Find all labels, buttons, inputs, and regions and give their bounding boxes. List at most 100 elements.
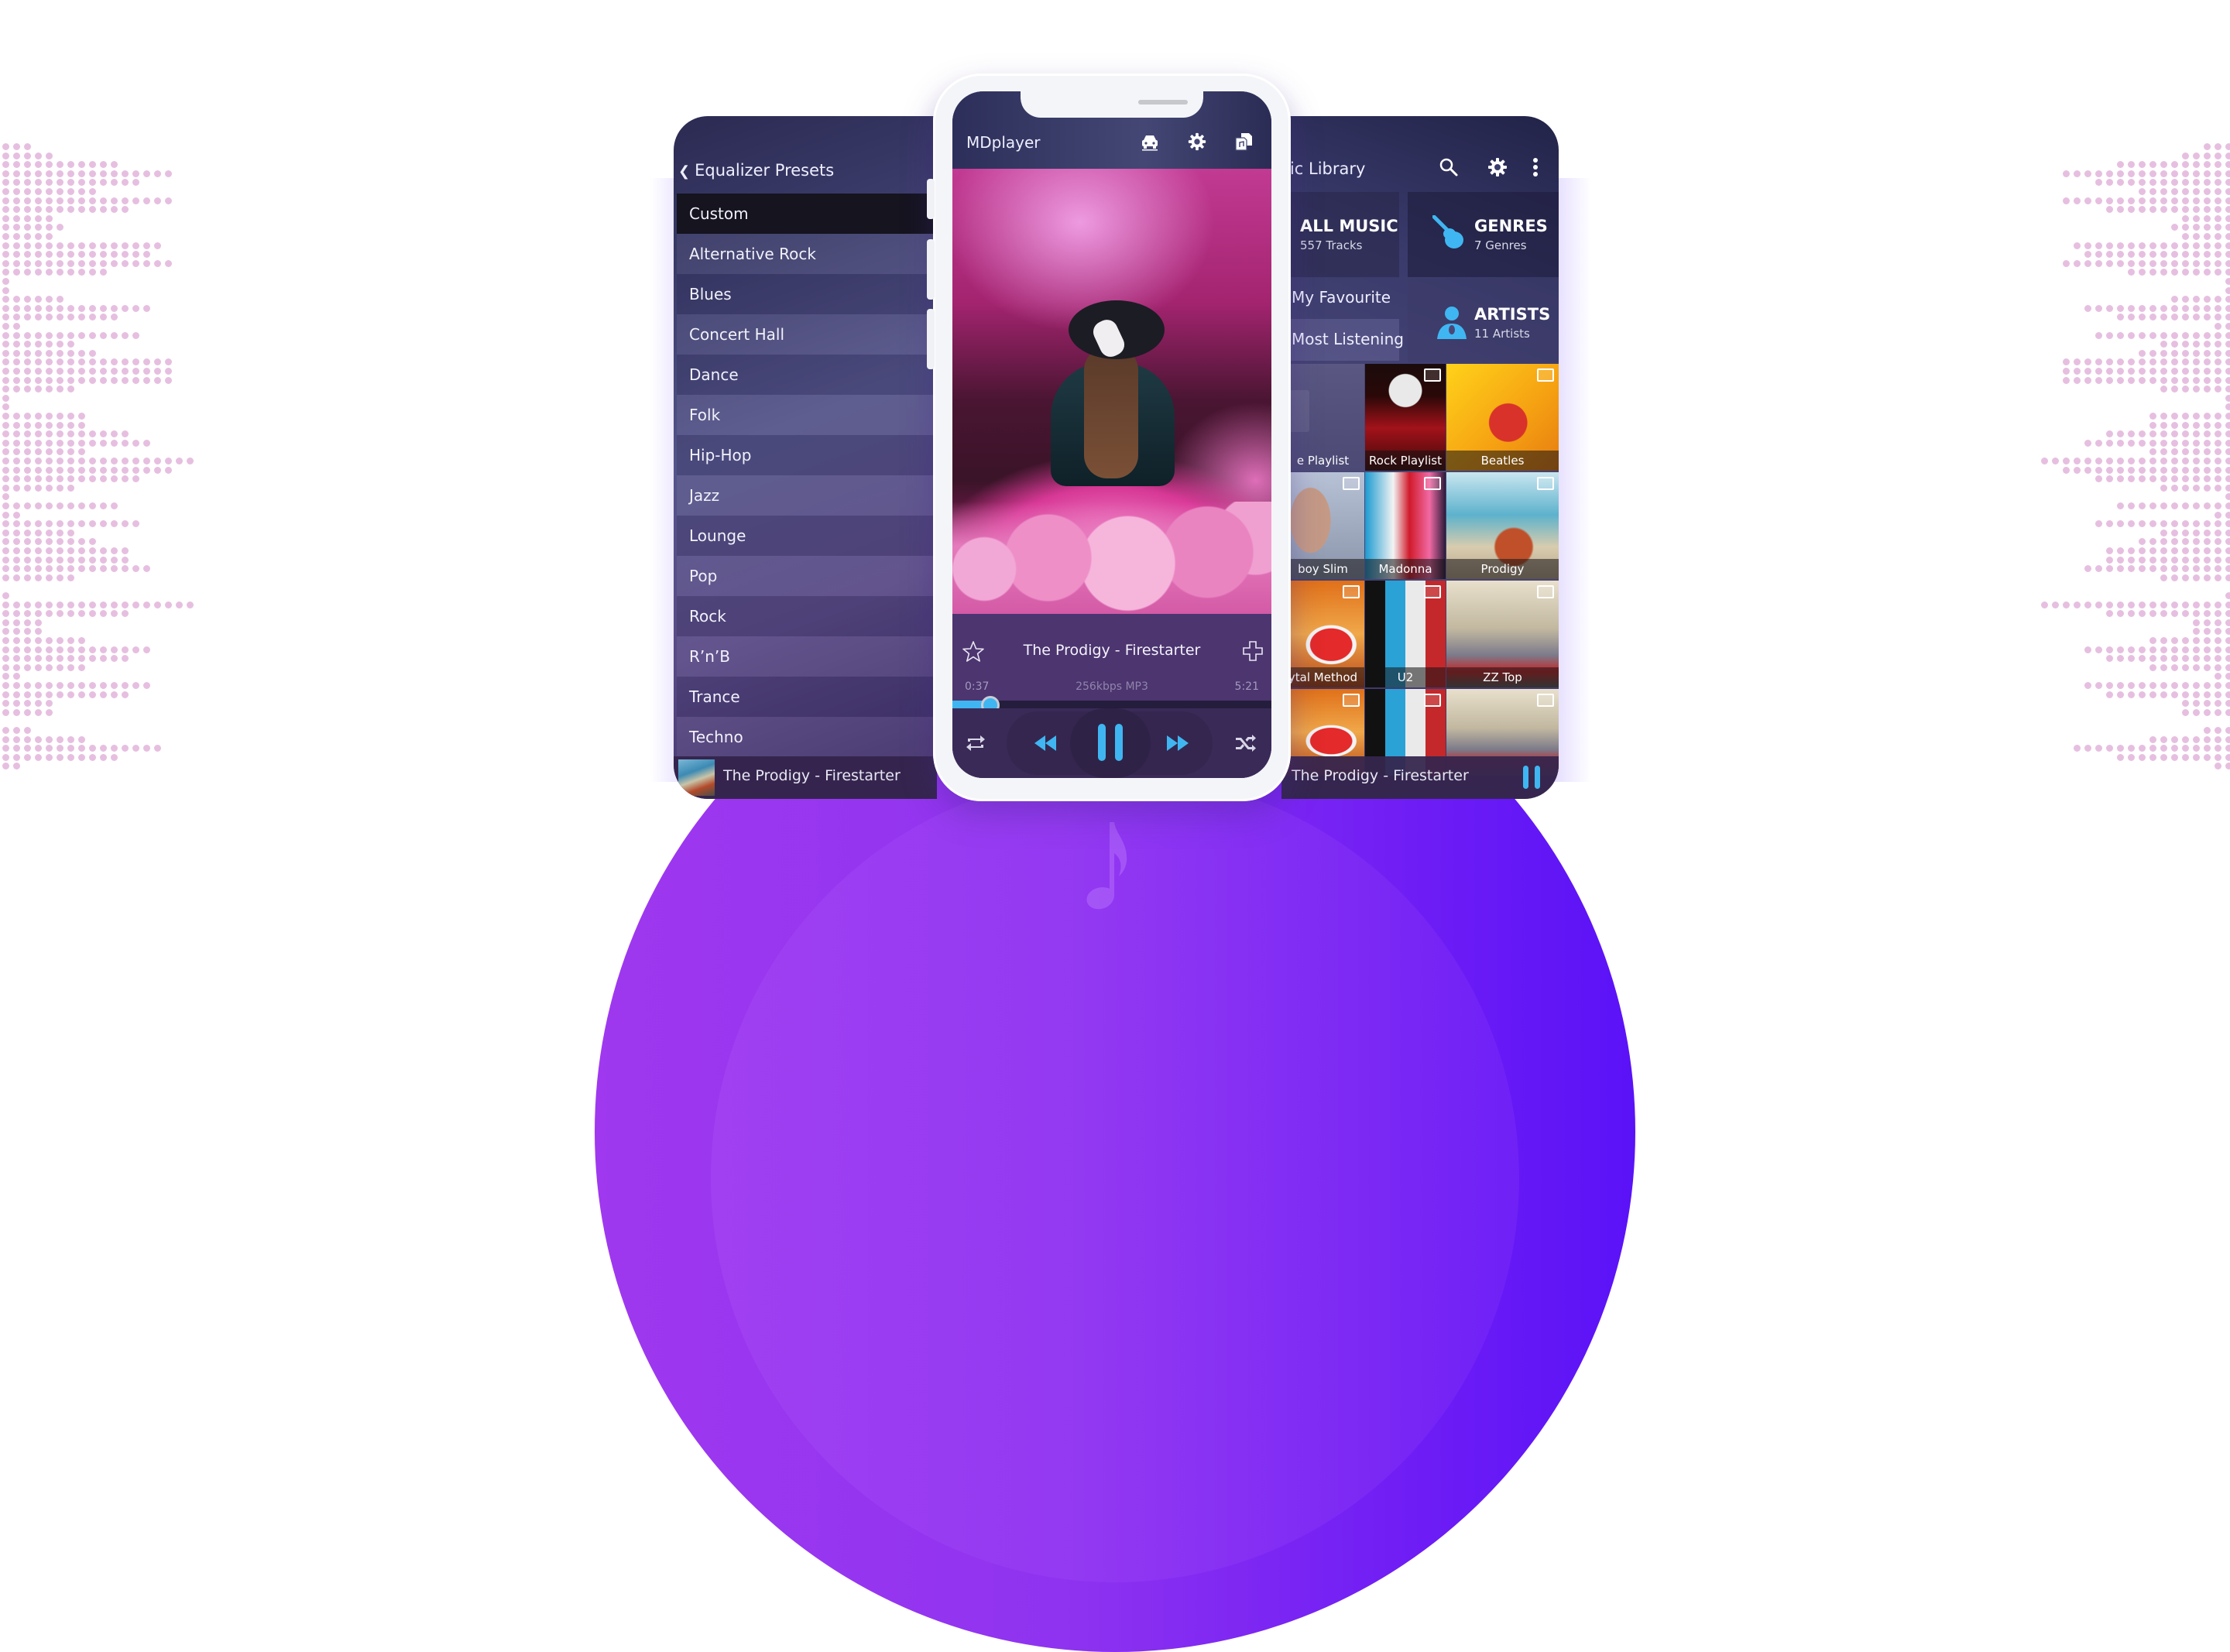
equalizer-preset-item[interactable]: Alternative Rock xyxy=(677,234,937,274)
music-files-icon[interactable] xyxy=(1233,132,1254,152)
search-icon[interactable] xyxy=(1438,156,1460,178)
decorative-dot xyxy=(2204,735,2211,743)
equalizer-preset-item[interactable]: Blues xyxy=(677,274,937,314)
decorative-dot xyxy=(2,188,9,195)
decorative-dot xyxy=(2204,448,2211,456)
now-playing-screen: MDplayer The Prodigy - Firestarter 0:37 … xyxy=(952,91,1271,778)
decorative-dot xyxy=(2160,547,2167,554)
add-to-playlist-icon[interactable] xyxy=(1242,640,1264,662)
decorative-dot xyxy=(2225,197,2230,204)
decorative-dot xyxy=(13,341,20,348)
playlist-tile[interactable]: ZZ Top xyxy=(1446,581,1559,687)
equalizer-preset-item[interactable]: Trance xyxy=(677,677,937,717)
decorative-dot xyxy=(176,458,183,464)
equalizer-preset-item[interactable]: Pop xyxy=(677,556,937,596)
genres-tile[interactable]: GENRES 7 Genres xyxy=(1408,192,1559,277)
folder-icon xyxy=(1424,585,1441,598)
equalizer-preset-item[interactable]: Techno xyxy=(677,717,937,757)
equalizer-preset-item[interactable]: Jazz xyxy=(677,475,937,516)
playlist-tile[interactable]: Beatles xyxy=(1446,364,1559,471)
decorative-dot xyxy=(2128,197,2135,204)
decorative-dot xyxy=(46,341,53,348)
decorative-dot xyxy=(35,197,42,204)
decorative-dot xyxy=(2225,520,2230,528)
mini-player[interactable]: The Prodigy - Firestarter xyxy=(674,756,937,799)
mini-player[interactable]: The Prodigy - Firestarter xyxy=(1281,756,1559,799)
decorative-dot xyxy=(2128,304,2135,312)
decorative-dot xyxy=(2095,376,2102,384)
playlist-tile[interactable]: U2 xyxy=(1365,581,1446,687)
decorative-dot xyxy=(187,601,194,608)
playback-controls xyxy=(952,708,1271,778)
decorative-dot xyxy=(2182,421,2189,429)
decorative-dot xyxy=(122,745,129,752)
decorative-dot xyxy=(2225,152,2230,159)
decorative-dot xyxy=(2139,458,2146,464)
decorative-dot xyxy=(2160,259,2167,267)
decorative-dot xyxy=(2,296,9,303)
mini-player-title: The Prodigy - Firestarter xyxy=(723,767,901,784)
pause-icon[interactable] xyxy=(1522,765,1542,790)
decorative-dot xyxy=(57,753,63,761)
rewind-icon[interactable] xyxy=(1033,734,1058,752)
decorative-dot xyxy=(122,556,129,564)
artists-tile[interactable]: ARTISTS 11 Artists xyxy=(1408,279,1559,362)
equalizer-preset-item[interactable]: Dance xyxy=(677,355,937,395)
decorative-dot xyxy=(2160,529,2167,536)
decorative-dot xyxy=(2204,233,2211,240)
equalizer-back-button[interactable]: ❮ Equalizer Presets xyxy=(678,161,834,180)
decorative-dot xyxy=(154,745,161,752)
decorative-dot xyxy=(2215,269,2221,276)
seek-bar[interactable] xyxy=(952,696,1271,715)
more-vertical-icon[interactable] xyxy=(1529,156,1542,178)
equalizer-preset-item[interactable]: Concert Hall xyxy=(677,314,937,355)
decorative-dot xyxy=(2160,655,2167,663)
playlist-tile[interactable]: Prodigy xyxy=(1446,472,1559,579)
create-playlist-tile[interactable]: e Playlist xyxy=(1281,364,1364,471)
equalizer-preset-item[interactable]: Hip-Hop xyxy=(677,435,937,475)
equalizer-preset-item[interactable]: Lounge xyxy=(677,516,937,556)
decorative-dot xyxy=(2149,663,2156,671)
equalizer-preset-item[interactable]: Custom xyxy=(677,194,937,234)
pause-icon[interactable] xyxy=(1095,722,1126,763)
my-favourite-link[interactable]: My Favourite xyxy=(1292,288,1391,307)
decorative-dot xyxy=(2,368,9,375)
most-listening-link[interactable]: Most Listening xyxy=(1292,330,1404,348)
decorative-dot xyxy=(67,565,74,573)
decorative-dot xyxy=(2160,358,2167,366)
equalizer-preset-item[interactable]: Folk xyxy=(677,395,937,435)
decorative-dot xyxy=(2139,439,2146,447)
playlist-tile[interactable]: Madonna Best xyxy=(1365,472,1446,579)
decorative-dot xyxy=(100,439,107,447)
repeat-icon[interactable] xyxy=(965,733,986,753)
decorative-dot xyxy=(13,655,20,663)
decorative-dot xyxy=(2193,601,2200,608)
decorative-dot xyxy=(46,376,53,384)
decorative-dot xyxy=(100,547,107,554)
decorative-dot xyxy=(57,206,63,214)
playlist-tile[interactable]: Rock Playlist xyxy=(1365,364,1446,471)
settings-gear-icon[interactable] xyxy=(1487,156,1508,178)
decorative-dot xyxy=(2139,170,2146,177)
equalizer-preset-item[interactable]: R’n’B xyxy=(677,636,937,677)
decorative-dot xyxy=(89,682,96,689)
decorative-dot xyxy=(24,520,31,528)
decorative-dot xyxy=(2215,601,2221,608)
car-mode-icon[interactable] xyxy=(1140,132,1160,152)
equalizer-preset-item[interactable]: Rock xyxy=(677,596,937,636)
decorative-dot xyxy=(13,556,20,564)
all-music-tile[interactable]: ALL MUSIC 557 Tracks xyxy=(1281,192,1399,277)
decorative-dot xyxy=(2193,646,2200,653)
decorative-dot xyxy=(57,314,63,321)
playlist-tile[interactable]: boy Slim xyxy=(1281,472,1364,579)
decorative-dot xyxy=(13,170,20,177)
fast-forward-icon[interactable] xyxy=(1165,734,1190,752)
settings-gear-icon[interactable] xyxy=(1187,132,1207,152)
shuffle-icon[interactable] xyxy=(1234,733,1257,753)
decorative-dot xyxy=(57,735,63,743)
decorative-dot xyxy=(46,529,53,536)
decorative-dot xyxy=(57,691,63,698)
playlist-tile[interactable]: ytal Method xyxy=(1281,581,1364,687)
artist-microphone-icon xyxy=(1437,307,1467,339)
decorative-dot xyxy=(111,556,118,564)
